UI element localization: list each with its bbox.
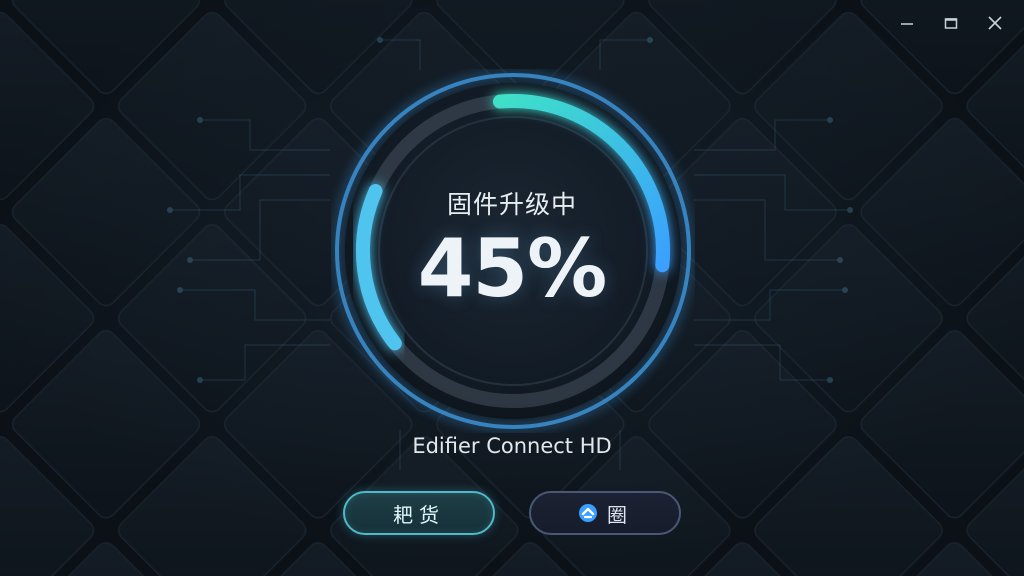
close-icon <box>988 16 1002 30</box>
minimize-icon <box>901 23 913 25</box>
maximize-button[interactable] <box>932 10 970 36</box>
secondary-action-label: 圈 <box>607 502 633 527</box>
firmware-update-window: 固件升级中 45% Edifier Connect HD 耙货 圈 <box>0 0 1024 576</box>
status-label: 固件升级中 <box>446 190 577 219</box>
minimize-button[interactable] <box>888 10 926 36</box>
secondary-action-button[interactable]: 圈 <box>529 491 681 535</box>
window-controls <box>888 10 1014 36</box>
refresh-icon <box>579 504 597 522</box>
progress-percent: 45% <box>417 222 607 315</box>
primary-action-button[interactable]: 耙货 <box>343 491 495 535</box>
device-name: Edifier Connect HD <box>412 434 612 458</box>
primary-action-label: 耙货 <box>393 502 445 527</box>
maximize-icon <box>944 18 958 29</box>
close-button[interactable] <box>976 10 1014 36</box>
